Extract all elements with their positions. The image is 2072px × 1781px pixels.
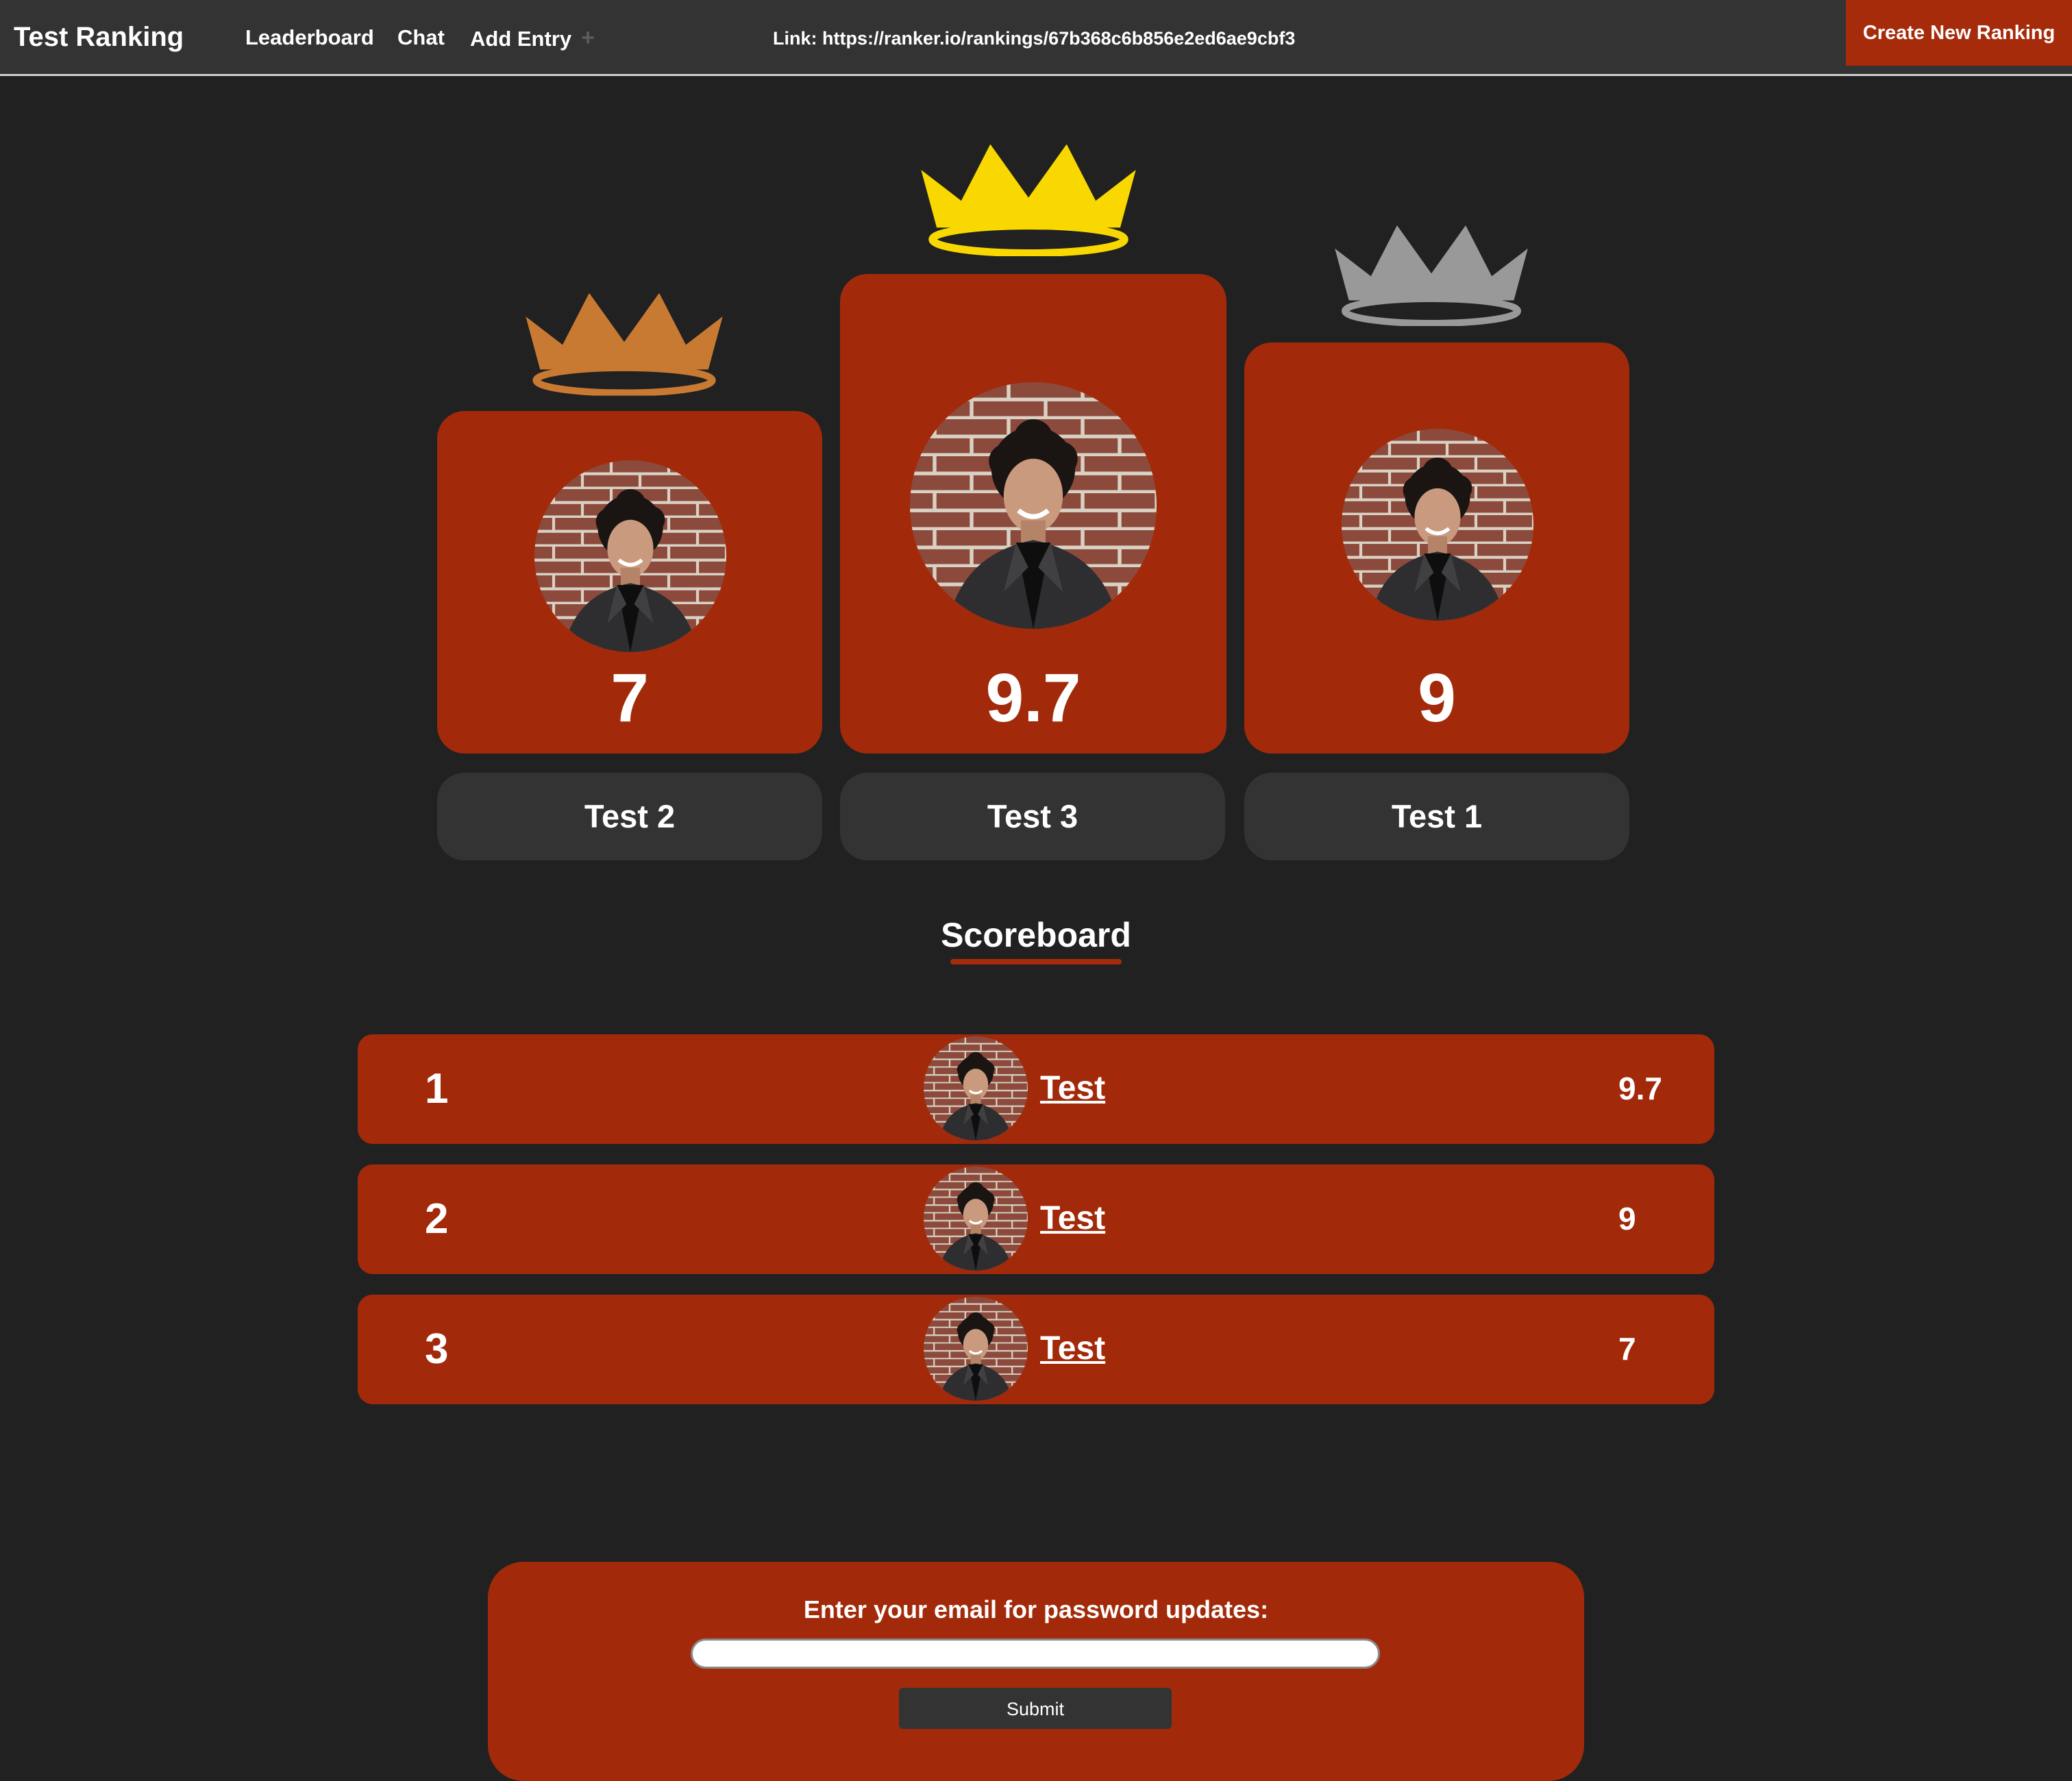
podium-name-first-place: Test 3	[840, 773, 1225, 860]
create-new-ranking-button[interactable]: Create New Ranking	[1846, 0, 2072, 66]
podium-name-second-place: Test 2	[437, 773, 822, 860]
rank-number: 1	[425, 1065, 449, 1112]
podium-name-third-place: Test 1	[1244, 773, 1629, 860]
podium-score: 7	[610, 660, 649, 736]
email-input[interactable]	[691, 1639, 1380, 1669]
entry-score: 9.7	[1618, 1071, 1662, 1106]
nav-add-entry-link[interactable]: Add Entry +	[470, 21, 595, 56]
podium-score: 9.7	[985, 660, 1081, 736]
entry-name-link[interactable]: Test	[1040, 1195, 1105, 1243]
nav-leaderboard-link[interactable]: Leaderboard	[245, 21, 374, 55]
entry-name-link[interactable]: Test	[1040, 1064, 1105, 1112]
top-navigation-bar: Test Ranking Leaderboard Chat Add Entry +…	[0, 0, 2072, 76]
scoreboard-underline	[950, 959, 1122, 964]
avatar	[1342, 429, 1533, 621]
email-updates-panel: Enter your email for password updates: S…	[488, 1562, 1584, 1781]
podium-score: 9	[1418, 660, 1456, 736]
rank-number: 3	[425, 1325, 449, 1373]
email-label: Enter your email for password updates:	[803, 1595, 1269, 1623]
share-link-text: Link: https://ranker.io/rankings/67b368c…	[773, 28, 1296, 49]
submit-button[interactable]: Submit	[899, 1688, 1172, 1729]
table-row: 3 Test 7	[358, 1295, 1714, 1404]
podium-card-third-place[interactable]: 9	[1244, 342, 1629, 754]
avatar	[924, 1167, 1028, 1271]
gold-crown-icon	[914, 134, 1143, 256]
nav-chat-link[interactable]: Chat	[397, 21, 445, 55]
avatar	[910, 382, 1157, 629]
podium-card-first-place[interactable]: 9.7	[840, 274, 1226, 754]
avatar	[924, 1297, 1028, 1401]
scoreboard-title: Scoreboard	[941, 916, 1131, 954]
plus-icon: +	[581, 25, 595, 51]
avatar	[534, 460, 726, 652]
entry-score: 7	[1618, 1331, 1636, 1367]
silver-crown-icon	[1328, 216, 1535, 326]
app-title: Test Ranking	[14, 22, 184, 52]
entry-name-link[interactable]: Test	[1040, 1325, 1105, 1373]
entry-score: 9	[1618, 1201, 1636, 1236]
rank-number: 2	[425, 1195, 449, 1243]
avatar	[924, 1036, 1028, 1141]
table-row: 1 Test 9.7	[358, 1034, 1714, 1144]
podium-card-second-place[interactable]: 7	[437, 411, 822, 754]
table-row: 2 Test 9	[358, 1164, 1714, 1274]
bronze-crown-icon	[519, 284, 729, 396]
add-entry-label: Add Entry	[470, 27, 572, 51]
